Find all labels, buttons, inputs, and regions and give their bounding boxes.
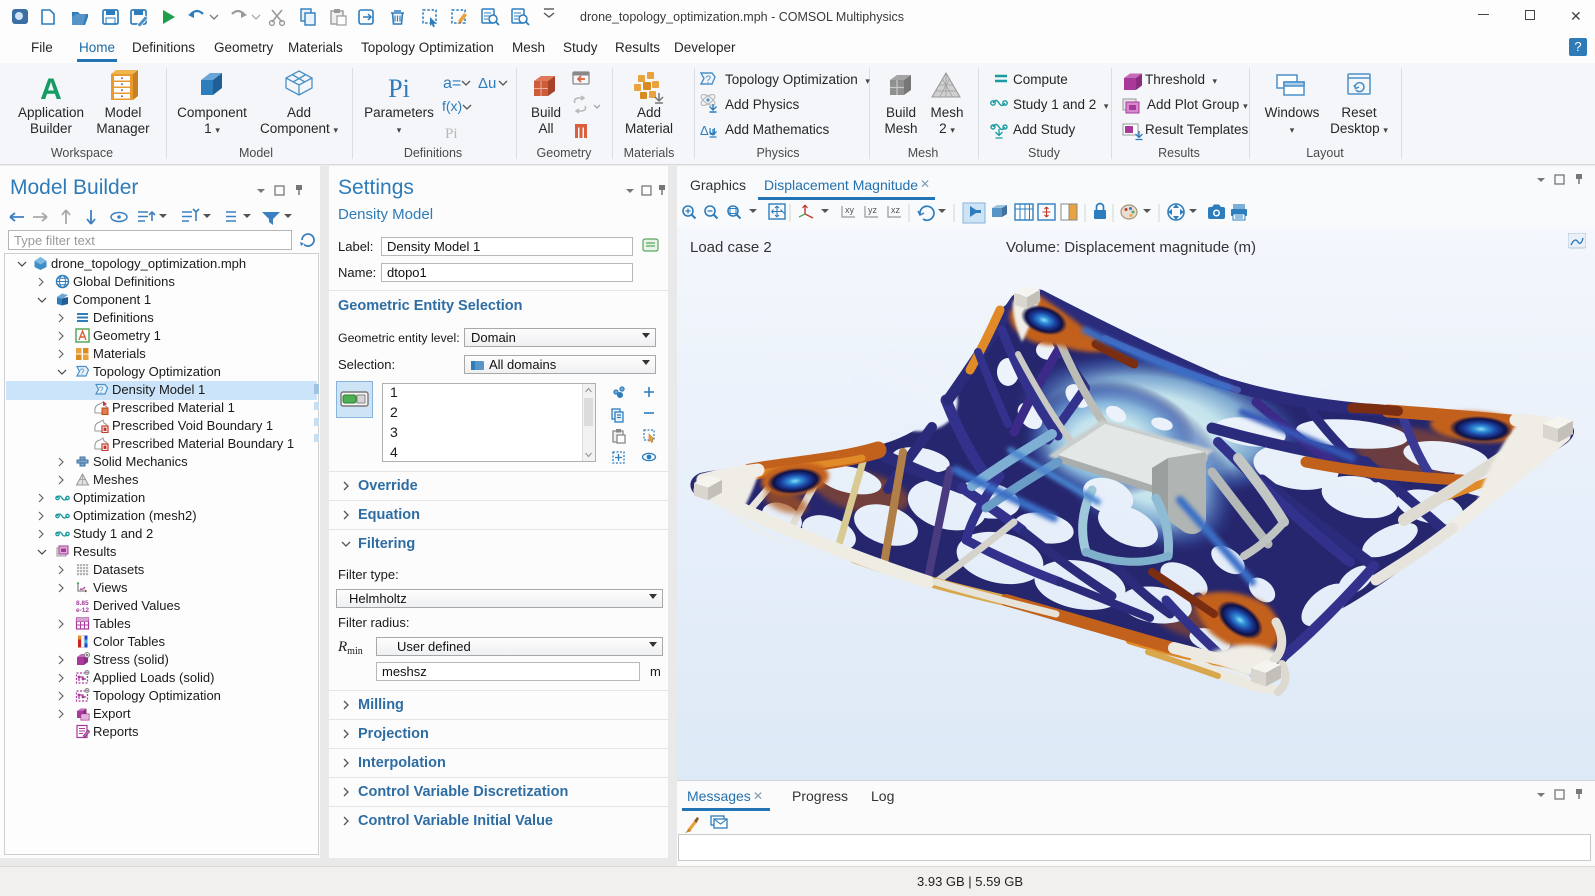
svg-text:xz: xz	[891, 205, 901, 215]
svg-text:A: A	[40, 73, 62, 106]
svg-text:Pi: Pi	[445, 126, 458, 142]
svg-text:xy: xy	[845, 205, 855, 215]
svg-text:?: ?	[79, 367, 84, 377]
svg-text:8.85: 8.85	[76, 600, 89, 607]
svg-text:?: ?	[705, 74, 711, 86]
svg-text:Pi: Pi	[388, 74, 410, 103]
svg-text:f(x): f(x)	[442, 98, 462, 114]
svg-text:?: ?	[98, 385, 103, 395]
svg-text:e-12: e-12	[76, 607, 89, 613]
svg-text:yz: yz	[868, 205, 878, 215]
svg-text:Δu: Δu	[478, 75, 496, 92]
svg-text:a=: a=	[443, 75, 461, 92]
